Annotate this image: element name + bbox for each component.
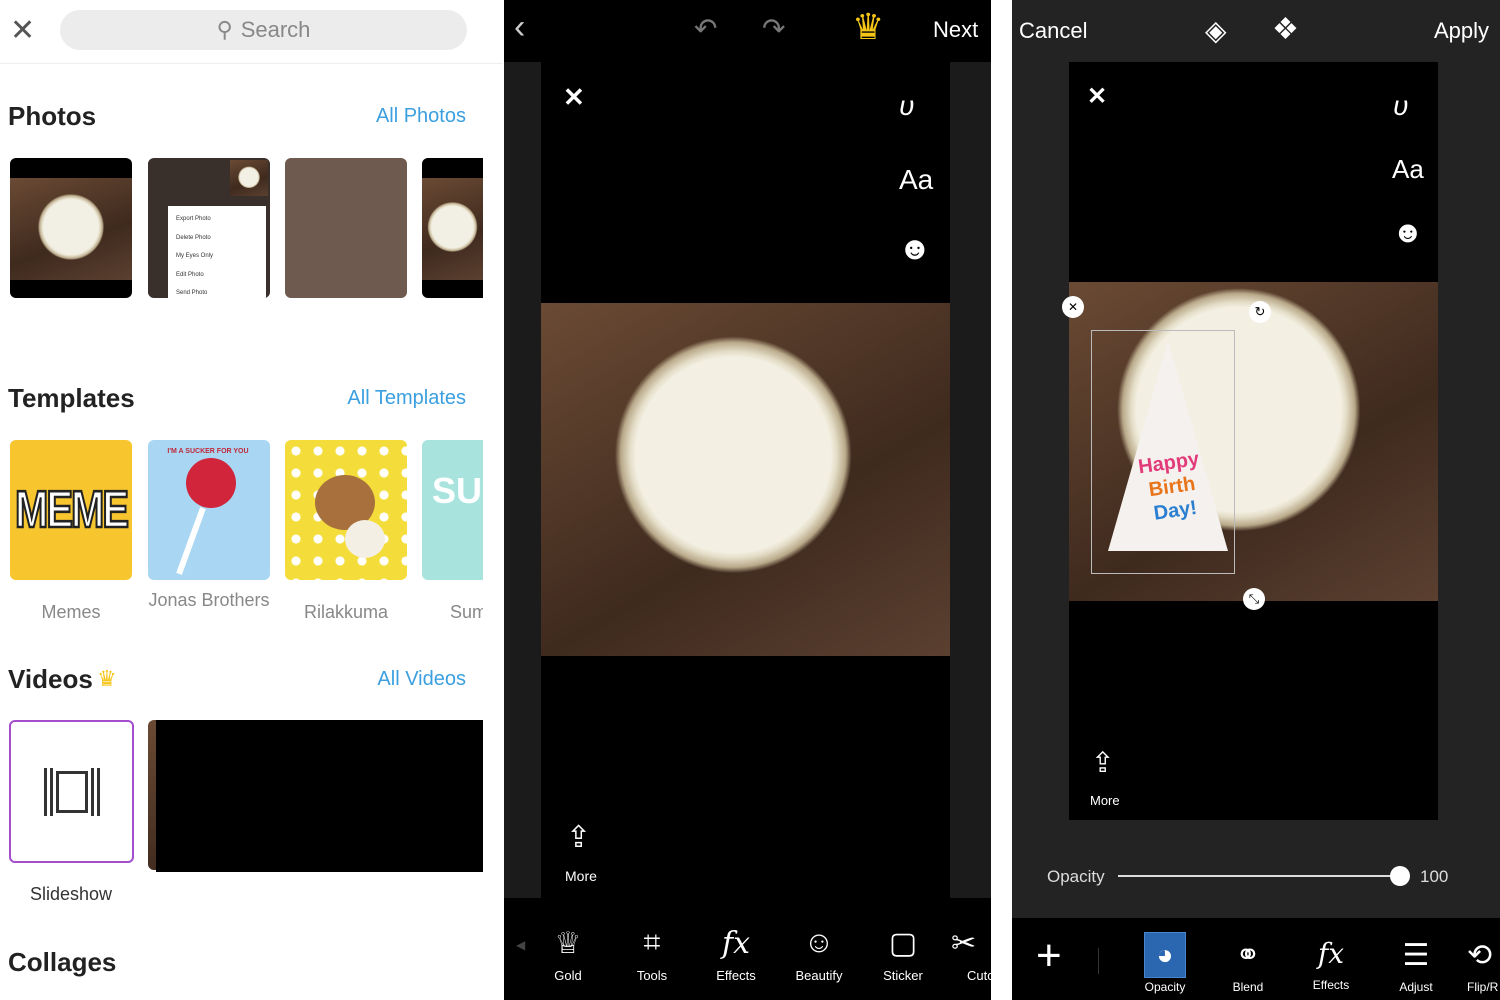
- template-label: Rilakkuma: [303, 602, 389, 622]
- fx-icon: fx: [1317, 936, 1345, 970]
- slider-thumb[interactable]: [1390, 866, 1410, 886]
- all-videos-link[interactable]: All Videos: [377, 668, 466, 691]
- top-bar: ‹ ↶ ↷ ♛ Next: [504, 0, 991, 62]
- blend-icon: ⚭: [1235, 938, 1261, 972]
- layers-icon[interactable]: ❖: [1272, 12, 1299, 47]
- opacity-slider[interactable]: [1118, 866, 1410, 886]
- opacity-value: 100: [1420, 867, 1449, 886]
- sticker-bounding-box[interactable]: Happy Birth Day!: [1091, 330, 1235, 574]
- face-icon: ☺: [803, 926, 835, 959]
- search-input[interactable]: ⚲ Search: [60, 10, 467, 50]
- templates-title: Templates: [8, 383, 135, 413]
- editor-panel: ‹ ↶ ↷ ♛ Next ✕ ʋ Aa ☻ ⇪ More ◀ ♕ Gold ⌗ To…: [504, 0, 991, 1000]
- flip-icon: ⟲: [1467, 938, 1493, 972]
- rotate-handle[interactable]: ↻: [1249, 301, 1271, 323]
- tool-beautify[interactable]: ☺ Beautify: [779, 918, 859, 983]
- text-tool[interactable]: Aa: [899, 164, 933, 196]
- tool-effects[interactable]: fx Effects: [696, 918, 776, 984]
- tool-tools[interactable]: ⌗ Tools: [612, 918, 692, 983]
- cancel-button[interactable]: Cancel: [1019, 18, 1087, 44]
- photo-thumb[interactable]: [10, 158, 132, 298]
- adjust-icon: ☰: [1402, 938, 1430, 972]
- close-icon[interactable]: ✕: [1087, 82, 1107, 111]
- tool-effects[interactable]: fx Effects: [1291, 928, 1371, 993]
- scissors-icon: ✂: [951, 926, 977, 960]
- tool-cutout[interactable]: ✂ Cuto: [951, 918, 991, 984]
- slideshow-button[interactable]: [9, 720, 134, 863]
- all-templates-link[interactable]: All Templates: [347, 387, 466, 410]
- photo: [541, 303, 950, 656]
- tool-gold[interactable]: ♕ Gold: [528, 918, 608, 984]
- delete-sticker-handle[interactable]: ✕: [1062, 296, 1084, 318]
- tool-sticker[interactable]: ▢ Sticker: [863, 918, 943, 984]
- slideshow-icon: [43, 767, 100, 816]
- draw-icon[interactable]: ʋ: [1393, 90, 1408, 122]
- canvas: ✕ ʋ Aa ☻ ⇪ More: [541, 62, 950, 898]
- sticker-edit-panel: Cancel ◈ ❖ Apply ✕ ʋ Aa ☻ Happy Birth Da…: [1012, 0, 1500, 1000]
- opacity-icon: ◕: [1144, 932, 1186, 978]
- photo-thumb[interactable]: [285, 158, 407, 298]
- emoji-icon[interactable]: ☻: [898, 230, 932, 267]
- template-label: Memes: [41, 602, 101, 622]
- crown-icon: ♛: [97, 666, 117, 691]
- crown-icon[interactable]: ♛: [852, 6, 884, 48]
- crop-icon: ⌗: [643, 926, 661, 959]
- add-icon[interactable]: +: [1036, 934, 1062, 978]
- crown-icon: ♕: [554, 926, 582, 960]
- template-jonas-brothers[interactable]: I'M A SUCKER FOR YOU: [148, 440, 270, 580]
- resize-handle[interactable]: ⤡: [1243, 588, 1265, 610]
- toolbar: + ◕ Opacity ⚭ Blend fx Effects ☰ Adjust ⟲ Fli…: [1012, 918, 1500, 1000]
- divider: [1098, 948, 1099, 974]
- more-label: More: [1090, 793, 1120, 808]
- photo-thumb[interactable]: [422, 158, 483, 298]
- text-tool[interactable]: Aa: [1392, 154, 1424, 185]
- video-thumb-redacted: [156, 720, 483, 872]
- tool-flip-rotate[interactable]: ⟲ Flip/R: [1467, 930, 1500, 995]
- tool-adjust[interactable]: ☰ Adjust: [1376, 930, 1456, 995]
- all-photos-link[interactable]: All Photos: [376, 105, 466, 128]
- opacity-label: Opacity: [1047, 867, 1105, 886]
- search-icon: ⚲: [216, 17, 233, 42]
- emoji-icon[interactable]: ☻: [1392, 216, 1424, 250]
- template-memes[interactable]: MEME: [10, 440, 132, 580]
- photos-title: Photos: [8, 101, 97, 131]
- divider: [0, 63, 503, 64]
- slideshow-label: Slideshow: [30, 884, 113, 904]
- share-icon[interactable]: ⇪: [1091, 746, 1114, 779]
- collages-title: Collages: [8, 947, 117, 977]
- share-icon[interactable]: ⇪: [566, 820, 591, 855]
- undo-icon[interactable]: ↶: [694, 12, 717, 45]
- sticker-icon: ▢: [888, 926, 918, 960]
- close-icon[interactable]: ✕: [10, 16, 35, 46]
- template-label: Jonas Brothers: [148, 590, 270, 610]
- more-label: More: [565, 868, 597, 884]
- eraser-icon[interactable]: ◈: [1205, 14, 1227, 47]
- next-button[interactable]: Next: [933, 17, 978, 43]
- toolbar: ◀ ♕ Gold ⌗ Tools fx Effects ☺ Beautify ▢ Stic…: [504, 898, 991, 1000]
- tool-blend[interactable]: ⚭ Blend: [1208, 930, 1288, 995]
- redo-icon[interactable]: ↷: [762, 12, 785, 45]
- draw-icon[interactable]: ʋ: [899, 90, 914, 122]
- apply-button[interactable]: Apply: [1434, 18, 1489, 44]
- tool-opacity[interactable]: ◕ Opacity: [1125, 930, 1205, 994]
- canvas: ✕ ʋ Aa ☻ Happy Birth Day! ✕ ↻ ⤡ ⇪ More: [1062, 62, 1438, 820]
- fx-icon: fx: [721, 925, 751, 961]
- template-rilakkuma[interactable]: [285, 440, 407, 580]
- scroll-left-icon[interactable]: ◀: [516, 938, 525, 952]
- template-label: Sum: [450, 602, 483, 622]
- home-panel: ✕ ⚲ Search Photos All Photos Export Phot…: [0, 0, 503, 1000]
- photo-thumb[interactable]: Export Photo Delete Photo My Eyes Only E…: [148, 158, 270, 298]
- videos-title: Videos: [8, 664, 93, 694]
- template-sum[interactable]: SUM: [422, 440, 483, 580]
- close-icon[interactable]: ✕: [563, 82, 585, 113]
- back-icon[interactable]: ‹: [514, 8, 525, 47]
